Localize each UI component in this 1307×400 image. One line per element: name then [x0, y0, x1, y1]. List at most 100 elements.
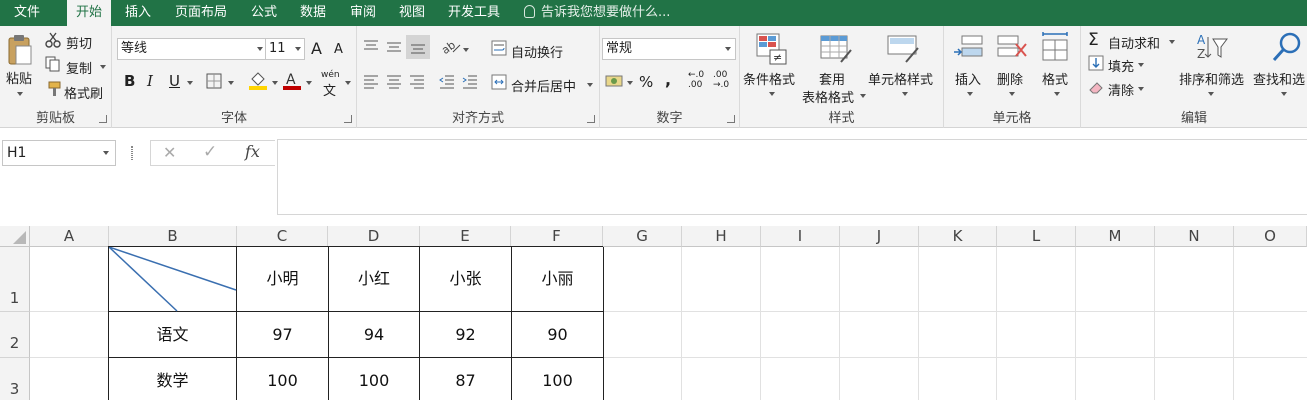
row-header-1[interactable]: 1 — [0, 247, 30, 312]
table-format-label-2[interactable]: 表格格式 — [802, 87, 854, 106]
copy-button[interactable]: 复制 — [66, 58, 92, 77]
paste-dropdown-icon[interactable] — [17, 92, 23, 96]
table-format-dropdown-icon[interactable] — [860, 94, 866, 98]
cell-d3[interactable]: 100 — [329, 358, 420, 400]
wrap-text-button[interactable]: 自动换行 — [511, 42, 563, 61]
column-header-n[interactable]: N — [1155, 226, 1234, 247]
conditional-format-dropdown-icon[interactable] — [769, 92, 775, 96]
format-painter-button[interactable]: 格式刷 — [64, 83, 103, 102]
delete-cells-dropdown-icon[interactable] — [1009, 92, 1015, 96]
orientation-dropdown-icon[interactable] — [463, 48, 469, 52]
align-right-icon[interactable] — [409, 75, 425, 93]
font-name-select[interactable]: 等线 — [117, 38, 267, 60]
decrease-indent-icon[interactable] — [439, 75, 455, 93]
number-format-select[interactable]: 常规 — [602, 38, 736, 60]
column-header-k[interactable]: K — [919, 226, 997, 247]
cell-e3[interactable]: 87 — [420, 358, 512, 400]
increase-indent-icon[interactable] — [462, 75, 478, 93]
clipboard-launcher-icon[interactable] — [99, 115, 107, 123]
font-grow-button[interactable]: A — [311, 39, 322, 58]
column-header-c[interactable]: C — [237, 226, 328, 247]
column-header-i[interactable]: I — [761, 226, 840, 247]
cell-a3[interactable] — [30, 358, 109, 400]
clear-button[interactable]: 清除 — [1108, 80, 1134, 99]
bold-button[interactable]: B — [124, 72, 135, 90]
font-color-icon[interactable]: A — [282, 70, 302, 94]
format-cells-button[interactable]: 格式 — [1042, 69, 1068, 88]
menu-insert[interactable]: 插入 — [125, 0, 151, 26]
column-header-b[interactable]: B — [109, 226, 237, 247]
menu-formulas[interactable]: 公式 — [251, 0, 277, 26]
align-bottom-icon[interactable] — [406, 35, 430, 59]
menu-page-layout[interactable]: 页面布局 — [175, 0, 227, 26]
find-select-button[interactable]: 查找和选 — [1253, 69, 1305, 88]
column-header-l[interactable]: L — [997, 226, 1076, 247]
insert-cells-dropdown-icon[interactable] — [967, 92, 973, 96]
copy-dropdown-icon[interactable] — [100, 65, 106, 69]
row-header-3[interactable]: 3 — [0, 358, 30, 400]
paste-button[interactable]: 粘贴 — [6, 68, 32, 87]
clear-dropdown-icon[interactable] — [1138, 87, 1144, 91]
align-left-icon[interactable] — [363, 75, 379, 93]
cell-c1[interactable]: 小明 — [237, 247, 329, 312]
fill-dropdown-icon[interactable] — [1138, 63, 1144, 67]
paste-icon[interactable] — [7, 34, 33, 66]
font-name-dropdown-icon[interactable] — [257, 47, 263, 51]
phonetic-button[interactable]: wén — [321, 70, 340, 80]
enter-icon[interactable]: ✓ — [203, 142, 217, 162]
fill-color-icon[interactable] — [248, 70, 268, 94]
formula-input[interactable] — [277, 139, 1307, 215]
cell-b3[interactable]: 数学 — [109, 358, 237, 400]
font-color-dropdown-icon[interactable] — [306, 81, 312, 85]
select-all-corner[interactable] — [0, 226, 30, 247]
number-launcher-icon[interactable] — [727, 115, 735, 123]
table-format-button[interactable]: 套用 — [819, 69, 845, 88]
column-header-j[interactable]: J — [840, 226, 919, 247]
accounting-icon[interactable] — [605, 73, 625, 93]
menu-data[interactable]: 数据 — [300, 0, 326, 26]
font-shrink-button[interactable]: A — [334, 42, 343, 57]
menu-review[interactable]: 审阅 — [350, 0, 376, 26]
percent-button[interactable]: % — [639, 73, 653, 91]
sort-filter-button[interactable]: 排序和筛选 — [1179, 69, 1244, 88]
merge-center-button[interactable]: 合并后居中 — [511, 76, 576, 95]
accounting-dropdown-icon[interactable] — [627, 81, 633, 85]
cell-b2[interactable]: 语文 — [109, 312, 237, 358]
sort-filter-dropdown-icon[interactable] — [1208, 92, 1214, 96]
comma-button[interactable]: , — [665, 70, 671, 89]
cell-c3[interactable]: 100 — [237, 358, 329, 400]
merge-center-dropdown-icon[interactable] — [587, 83, 593, 87]
column-header-e[interactable]: E — [420, 226, 511, 247]
cell-a1[interactable] — [30, 247, 109, 312]
underline-dropdown-icon[interactable] — [187, 81, 193, 85]
menu-developer[interactable]: 开发工具 — [448, 0, 500, 26]
insert-function-button[interactable]: fx — [245, 142, 260, 161]
format-cells-dropdown-icon[interactable] — [1054, 92, 1060, 96]
conditional-format-button[interactable]: 条件格式 — [743, 69, 795, 88]
find-select-dropdown-icon[interactable] — [1281, 92, 1287, 96]
autosum-button[interactable]: 自动求和 — [1108, 33, 1160, 52]
column-header-d[interactable]: D — [328, 226, 420, 247]
cancel-icon[interactable]: ✕ — [163, 143, 176, 162]
cut-button[interactable]: 剪切 — [66, 33, 92, 52]
column-header-m[interactable]: M — [1076, 226, 1155, 247]
cell-d2[interactable]: 94 — [329, 312, 420, 358]
font-launcher-icon[interactable] — [344, 115, 352, 123]
cell-styles-dropdown-icon[interactable] — [902, 92, 908, 96]
tell-me-box[interactable]: 告诉我您想要做什么... — [524, 0, 670, 26]
name-box-dropdown-icon[interactable] — [103, 151, 109, 155]
orientation-icon[interactable]: ab — [439, 38, 461, 59]
column-header-a[interactable]: A — [30, 226, 109, 247]
cell-e1[interactable]: 小张 — [420, 247, 512, 312]
name-box[interactable]: H1 — [2, 140, 116, 166]
underline-button[interactable]: U — [169, 72, 180, 90]
cell-e2[interactable]: 92 — [420, 312, 512, 358]
cell-b1-diagonal[interactable] — [109, 247, 237, 312]
menu-view[interactable]: 视图 — [399, 0, 425, 26]
decrease-decimal-button[interactable]: .00 →.0 — [713, 70, 737, 90]
column-header-o[interactable]: O — [1234, 226, 1307, 247]
cell-f2[interactable]: 90 — [512, 312, 604, 358]
insert-cells-button[interactable]: 插入 — [955, 69, 981, 88]
empty-columns-g-o[interactable] — [603, 247, 1307, 400]
menu-file[interactable]: 文件 — [14, 0, 40, 26]
